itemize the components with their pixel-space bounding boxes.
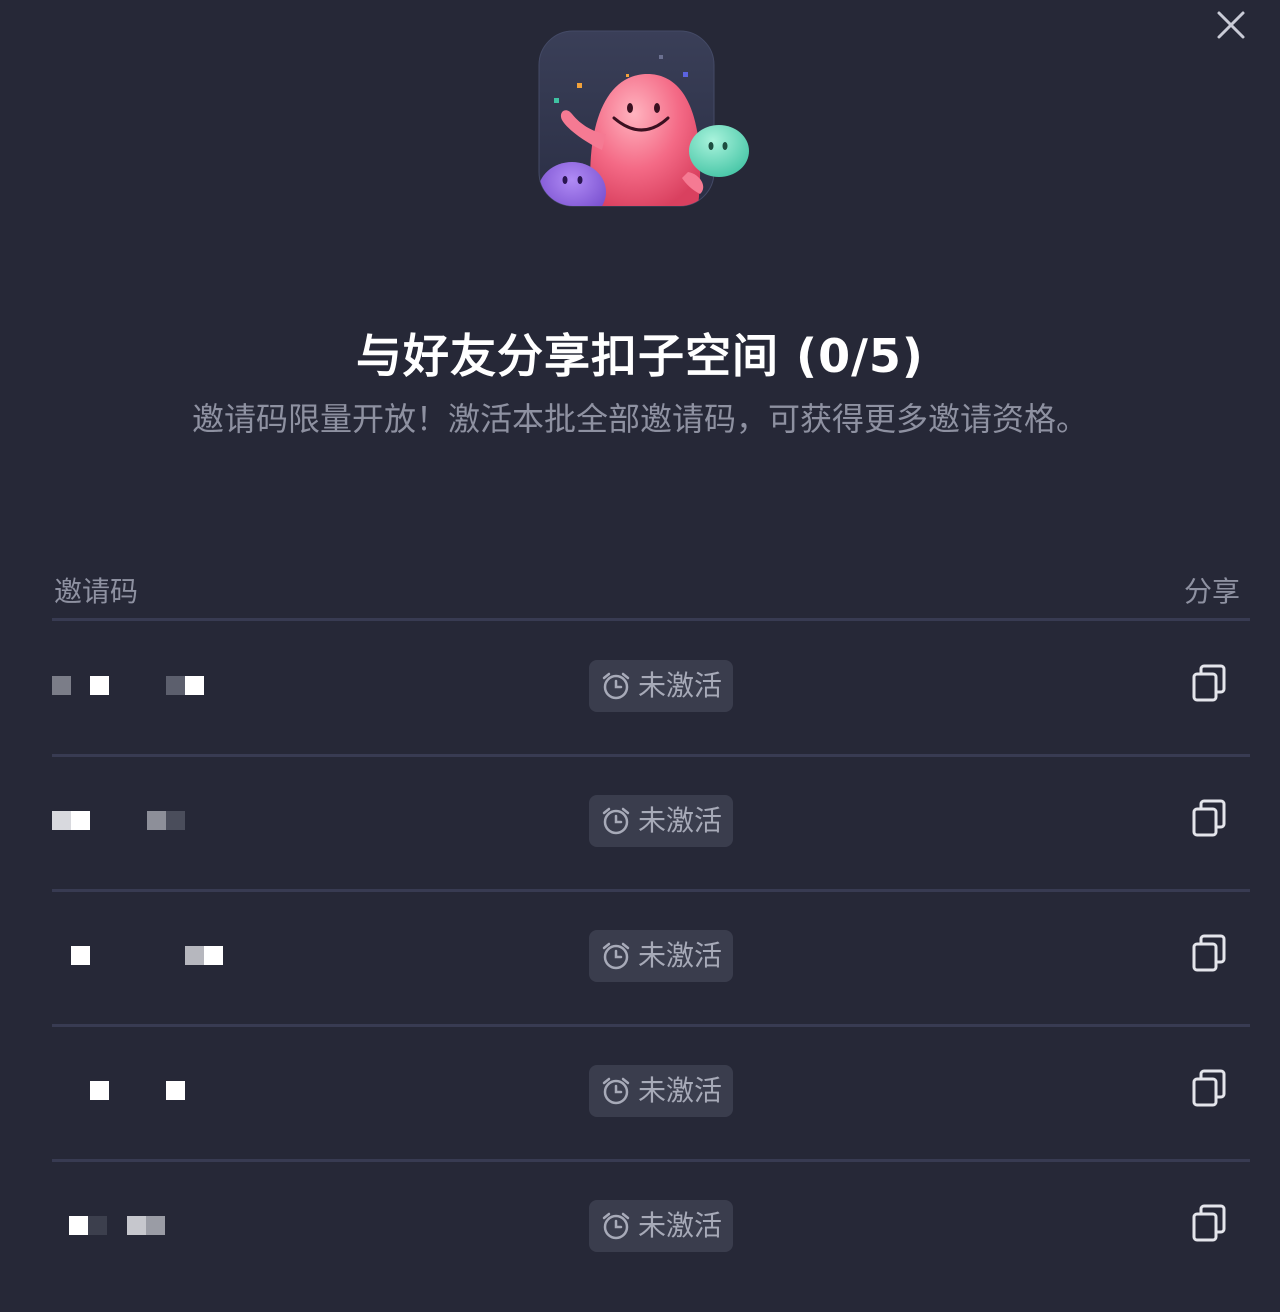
header-divider <box>52 618 1250 621</box>
invite-code-masked <box>52 807 242 841</box>
status-badge: 未激活 <box>589 930 733 982</box>
status-badge: 未激活 <box>589 1065 733 1117</box>
status-label: 未激活 <box>637 669 722 702</box>
status-badge: 未激活 <box>589 1200 733 1252</box>
column-header-share: 分享 <box>1183 575 1240 608</box>
invite-code-row: 未激活 <box>52 1162 1250 1297</box>
status-label: 未激活 <box>637 939 722 972</box>
alarm-clock-icon <box>602 1212 630 1240</box>
invite-code-row: 未激活 <box>52 622 1250 757</box>
copy-button[interactable] <box>1190 662 1230 706</box>
invite-code-row: 未激活 <box>52 1027 1250 1162</box>
app-logo-icon <box>530 22 760 222</box>
copy-button[interactable] <box>1190 932 1230 976</box>
invite-code-masked <box>52 1077 242 1111</box>
table-header: 邀请码 分享 <box>52 570 1250 622</box>
status-label: 未激活 <box>637 1074 722 1107</box>
close-icon <box>1217 11 1245 39</box>
copy-icon <box>1192 664 1226 702</box>
status-badge: 未激活 <box>589 795 733 847</box>
dialog-subtitle: 邀请码限量开放！激活本批全部邀请码，可获得更多邀请资格。 <box>191 400 1088 438</box>
invite-code-masked <box>52 942 242 976</box>
close-button[interactable] <box>1210 4 1252 46</box>
copy-icon <box>1192 1069 1226 1107</box>
dialog-title: 与好友分享扣子空间 (0/5) <box>356 329 924 383</box>
copy-icon <box>1192 934 1226 972</box>
copy-icon <box>1192 799 1226 837</box>
copy-icon <box>1192 1204 1226 1242</box>
invite-code-row: 未激活 <box>52 757 1250 892</box>
alarm-clock-icon <box>602 672 630 700</box>
status-label: 未激活 <box>637 1209 722 1242</box>
alarm-clock-icon <box>602 1077 630 1105</box>
invite-code-row: 未激活 <box>52 892 1250 1027</box>
alarm-clock-icon <box>602 942 630 970</box>
invite-code-masked <box>52 1212 242 1246</box>
copy-button[interactable] <box>1190 1067 1230 1111</box>
copy-button[interactable] <box>1190 797 1230 841</box>
invite-dialog: 与好友分享扣子空间 (0/5) 邀请码限量开放！激活本批全部邀请码，可获得更多邀… <box>0 0 1280 1312</box>
status-label: 未激活 <box>637 804 722 837</box>
invite-code-masked <box>52 672 242 706</box>
copy-button[interactable] <box>1190 1202 1230 1246</box>
alarm-clock-icon <box>602 807 630 835</box>
status-badge: 未激活 <box>589 660 733 712</box>
column-header-code: 邀请码 <box>54 575 139 608</box>
